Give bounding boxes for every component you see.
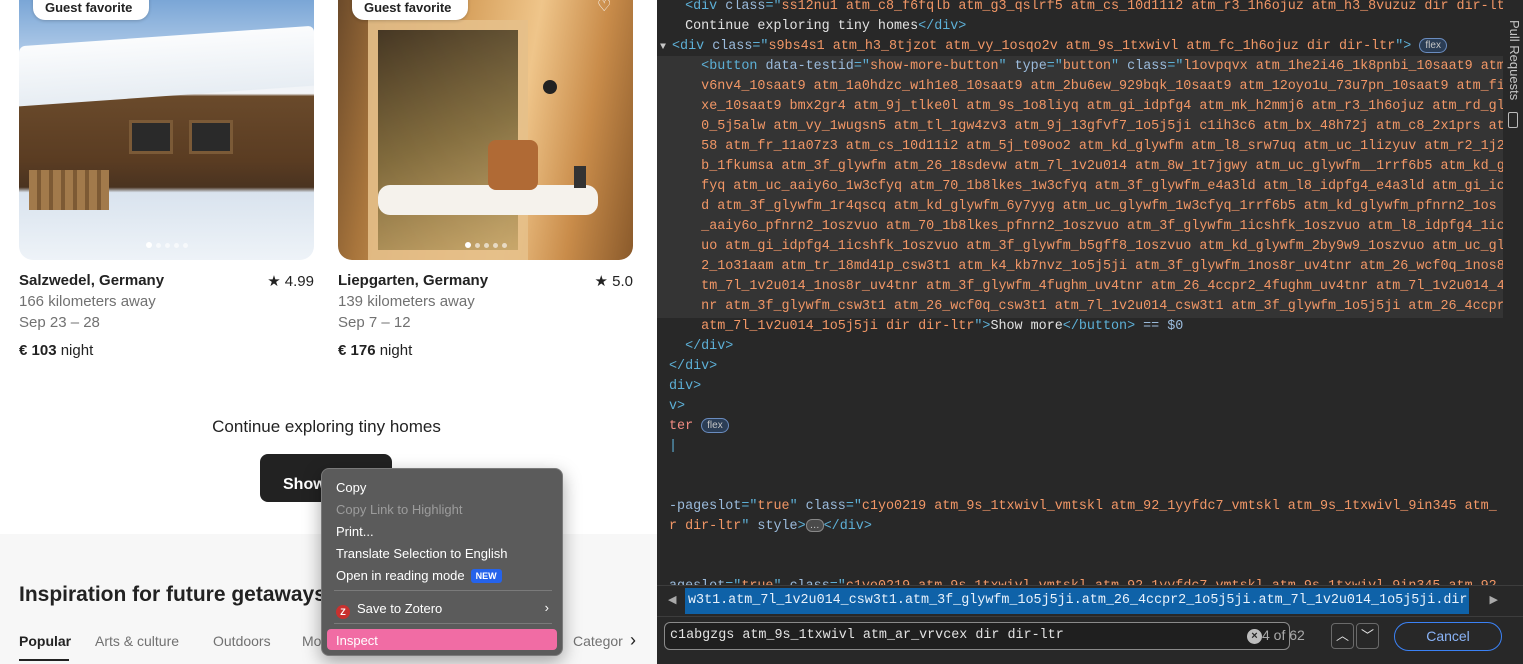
dom-node-line[interactable]: </div> [669,337,733,357]
dom-node-line[interactable]: ter flex [669,417,729,437]
listing-dates: Sep 7 – 12 [338,314,411,331]
dom-node-line[interactable]: atm_7l_1v2u014_1o5j5ji dir dir-ltr">Show… [669,317,1183,337]
zotero-icon: Z [336,605,350,619]
tab-mountains[interactable]: Mo [302,633,321,649]
flex-badge[interactable]: flex [701,418,729,433]
flex-badge[interactable]: flex [1419,38,1447,53]
dom-node-line[interactable]: xe_10saat9 bmx2gr4 atm_9j_tlke0l atm_9s_… [669,97,1505,117]
chevron-right-icon[interactable]: › [630,630,636,651]
breadcrumb-right-arrow-icon[interactable]: ▶ [1490,593,1498,606]
listing-price-amount: € 176 [338,342,376,359]
guest-favorite-badge: Guest favorite [33,0,149,20]
guest-favorite-badge: Guest favorite [352,0,468,20]
breadcrumb-selected[interactable]: w3t1.atm_7l_1v2u014_csw3t1.atm_3f_glywfm… [685,588,1469,614]
menu-item-label: Save to Zotero [357,601,443,616]
dom-node-line[interactable]: fyq atm_uc_aaiy6o_1w3cfyq atm_70_1b8lkes… [669,177,1505,197]
dom-node-line[interactable]: Continue exploring tiny homes</div> [669,17,966,37]
dom-node-line[interactable]: <div class="ss12nu1 atm_c8_f6fqlb atm_g3… [669,0,1523,17]
next-match-button[interactable]: ﹀ [1356,623,1379,649]
photo-pillow [488,140,538,190]
expand-triangle-icon[interactable]: ▼ [660,42,672,53]
dom-node-line[interactable]: b_1fkumsa atm_3f_glywfm atm_26_18sdevw a… [669,157,1505,177]
dom-node-line[interactable]: d atm_3f_glywfm_1r4qscq atm_kd_glywfm_6y… [669,197,1497,217]
photo-window [189,120,233,154]
panel-toggle-icon[interactable] [1508,112,1518,128]
inspiration-title: Inspiration for future getaways [19,583,326,606]
dom-node-line[interactable]: 2_1o31aam atm_tr_18md41p_csw3t1 atm_k4_k… [669,257,1505,277]
photo-logs [29,170,109,210]
submenu-arrow-icon: › [544,600,549,615]
devtools-elements-panel: <div class="ss12nu1 atm_c8_f6fqlb atm_g3… [657,0,1523,664]
section-title: Continue exploring tiny homes [212,417,441,436]
photo-bench [378,185,598,215]
listing-price: € 103 night [19,342,93,359]
heart-icon[interactable]: ♡ [597,0,617,15]
dom-node-line[interactable]: v6nv4_10saat9 atm_1a0hdzc_w1h1e8_10saat9… [669,77,1505,97]
tab-arts-culture[interactable]: Arts & culture [95,633,179,649]
tab-popular[interactable]: Popular [19,633,71,649]
menu-item-label: Open in reading mode [336,568,465,583]
tab-categories[interactable]: Categor [573,633,623,649]
breadcrumb-bar: ◀ w3t1.atm_7l_1v2u014_csw3t1.atm_3f_glyw… [657,585,1523,616]
airbnb-page: Guest favorite Salzwedel, Germany ★ 4.99… [0,0,657,664]
dom-node-line[interactable]: </div> [669,357,717,377]
dom-node-line[interactable]: 0_5j5alw atm_vy_1wugsn5 atm_tl_1gw4zv3 a… [669,117,1505,137]
menu-separator [334,590,552,591]
context-menu: Copy Copy Link to Highlight Print... Tra… [321,468,563,656]
clear-search-icon[interactable]: × [1247,629,1262,644]
match-count: 4 of 62 [1262,627,1305,643]
search-input[interactable]: c1abgzgs atm_9s_1txwivl atm_ar_vrvcex di… [664,622,1290,650]
listing-title: Salzwedel, Germany [19,272,165,289]
dom-node-line[interactable]: div> [669,377,701,397]
dom-node-line[interactable]: nr atm_3f_glywfm_csw3t1 atm_26_wcf0q_csw… [669,297,1505,317]
dom-node-line[interactable]: _aaiy6o_pfnrn2_1oszvuo atm_70_1b8lkes_pf… [669,217,1505,237]
listing-card-liepgarten[interactable]: Guest favorite ♡ Liepgarten, Germany ★ 5… [338,0,633,359]
listing-rating: ★ 5.0 [594,273,633,290]
dom-node-line[interactable]: 58 atm_fr_11a07z3 atm_cs_10d11i2 atm_5j_… [669,137,1505,157]
listing-price-amount: € 103 [19,342,57,359]
listing-price-unit: night [375,342,413,359]
photo-window [129,120,173,154]
photo-lamp [543,80,557,94]
dom-node-line[interactable]: -pageslot="true" class="c1yo0219 atm_9s_… [669,497,1497,517]
new-badge: NEW [470,569,502,583]
dom-node-line[interactable]: ▼ <div class="s9bs4s1 atm_h3_8tjzot atm_… [660,37,1447,57]
collapsed-node-icon[interactable]: … [805,519,824,532]
menu-item-print[interactable]: Print... [327,520,557,541]
tab-outdoors[interactable]: Outdoors [213,633,271,649]
breadcrumb-left-arrow-icon[interactable]: ◀ [668,593,676,606]
listing-photo[interactable] [19,0,314,260]
listing-distance: 139 kilometers away [338,293,475,310]
menu-item-copy-link-highlight: Copy Link to Highlight [336,502,463,517]
pull-requests-tab[interactable]: Pull Requests [1507,20,1522,100]
listing-photo[interactable] [338,0,633,260]
carousel-dots[interactable] [338,242,633,248]
dom-node-line[interactable]: v> [669,397,685,417]
menu-item-copy[interactable]: Copy [327,476,557,497]
photo-switch [574,166,586,188]
menu-item-reading-mode[interactable]: Open in reading mode NEW [327,564,557,585]
menu-item-translate[interactable]: Translate Selection to English [327,542,557,563]
dom-node-line[interactable]: uo atm_gi_idpfg4_1icshfk_1oszvuo atm_3f_… [669,237,1505,257]
menu-separator [334,623,552,624]
listing-title: Liepgarten, Germany [338,272,489,289]
previous-match-button[interactable]: ︿ [1331,623,1354,649]
menu-item-inspect[interactable]: Inspect [327,629,557,650]
listing-dates: Sep 23 – 28 [19,314,100,331]
listing-price-unit: night [56,342,94,359]
photo-roof [19,25,314,107]
listing-distance: 166 kilometers away [19,293,156,310]
listing-price: € 176 night [338,342,412,359]
listing-rating: ★ 4.99 [267,273,314,290]
active-tab-underline [19,659,69,661]
search-bar: c1abgzgs atm_9s_1txwivl atm_ar_vrvcex di… [657,616,1523,664]
cancel-search-button[interactable]: Cancel [1394,622,1502,651]
menu-item-save-zotero[interactable]: Z Save to Zotero › [327,597,557,619]
dom-node-line[interactable]: r dir-ltr" style>… </div> [669,517,872,537]
carousel-dots[interactable] [19,242,314,248]
listing-card-salzwedel[interactable]: Guest favorite Salzwedel, Germany ★ 4.99… [19,0,314,359]
dom-node-line[interactable]: tm_7l_1v2u014_1nos8r_uv4tnr atm_3f_glywf… [669,277,1505,297]
dom-node-line[interactable]: <button data-testid="show-more-button" t… [669,57,1521,77]
dom-node-line[interactable]: | [669,437,677,457]
